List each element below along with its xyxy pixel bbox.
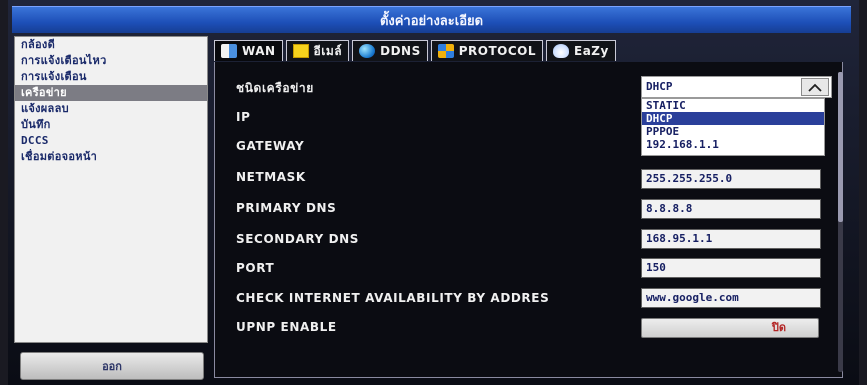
dropdown-option-pppoe[interactable]: PPPOE (642, 125, 824, 138)
tab-bar: WAN อีเมล์ DDNS PROTOCOL EaZy (214, 40, 619, 62)
tab-email[interactable]: อีเมล์ (285, 40, 350, 61)
sidebar-item-motion-alert[interactable]: การแจ้งเตือนไหว (15, 53, 207, 69)
check-internet-field[interactable]: www.google.com (641, 288, 821, 308)
exit-button[interactable]: ออก (20, 352, 204, 380)
upnp-toggle[interactable]: ปิด (641, 318, 819, 338)
chevron-up-icon[interactable] (801, 78, 829, 96)
tab-ddns-label: DDNS (380, 44, 421, 58)
envelope-icon (292, 44, 309, 58)
sidebar-item-dccs[interactable]: DCCS (15, 133, 207, 149)
secondary-dns-field[interactable]: 168.95.1.1 (641, 229, 821, 249)
cloud-icon (553, 44, 569, 58)
protocol-icon (437, 44, 454, 58)
port-field[interactable]: 150 (641, 258, 821, 278)
sidebar-item-record[interactable]: บันทึก (15, 117, 207, 133)
network-type-dropdown: STATIC DHCP PPPOE 192.168.1.1 (641, 98, 825, 156)
tab-protocol[interactable]: PROTOCOL (430, 40, 543, 61)
sidebar-item-network[interactable]: เครือข่าย (15, 85, 207, 101)
window-title: ตั้งค่าอย่างละเอียด (12, 6, 851, 33)
primary-dns-field[interactable]: 8.8.8.8 (641, 199, 821, 219)
port-label: PORT (236, 261, 275, 275)
gateway-label: GATEWAY (236, 139, 305, 153)
sidebar-item-camera[interactable]: กล้องดี (15, 37, 207, 53)
network-type-select[interactable]: DHCP (641, 76, 832, 98)
network-type-value: DHCP (646, 80, 673, 93)
dropdown-option-static[interactable]: STATIC (642, 99, 824, 112)
dropdown-option-dhcp[interactable]: DHCP (642, 112, 824, 125)
primary-dns-label: PRIMARY DNS (236, 201, 337, 215)
secondary-dns-label: SECONDARY DNS (236, 232, 360, 246)
tab-eazy[interactable]: EaZy (546, 40, 616, 61)
upnp-toggle-state: ปิด (771, 321, 787, 334)
scrollbar-thumb[interactable] (838, 72, 843, 222)
netmask-field[interactable]: 255.255.255.0 (641, 169, 821, 189)
tab-wan-label: WAN (242, 44, 276, 58)
monitor-icon (221, 44, 237, 58)
sidebar: กล้องดี การแจ้งเตือนไหว การแจ้งเตือน เคร… (14, 36, 208, 343)
upnp-label: UPNP ENABLE (236, 320, 337, 334)
netmask-label: NETMASK (236, 170, 306, 184)
sidebar-item-alert[interactable]: การแจ้งเตือน (15, 69, 207, 85)
tab-wan[interactable]: WAN (214, 40, 283, 61)
network-type-label: ชนิดเครือข่าย (236, 81, 314, 95)
tab-protocol-label: PROTOCOL (458, 44, 536, 58)
sidebar-item-front-display[interactable]: เชื่อมต่อจอหน้า (15, 149, 207, 165)
sidebar-item-notify[interactable]: แจ้งผลลบ (15, 101, 207, 117)
globe-icon (359, 44, 376, 58)
tab-eazy-label: EaZy (574, 44, 609, 58)
tab-ddns[interactable]: DDNS (352, 40, 428, 61)
dropdown-option-ip[interactable]: 192.168.1.1 (642, 138, 824, 151)
check-internet-label: CHECK INTERNET AVAILABILITY BY ADDRES (236, 291, 550, 305)
ip-label: IP (236, 110, 251, 124)
scrollbar[interactable] (838, 72, 843, 372)
tab-email-label: อีเมล์ (313, 43, 343, 58)
